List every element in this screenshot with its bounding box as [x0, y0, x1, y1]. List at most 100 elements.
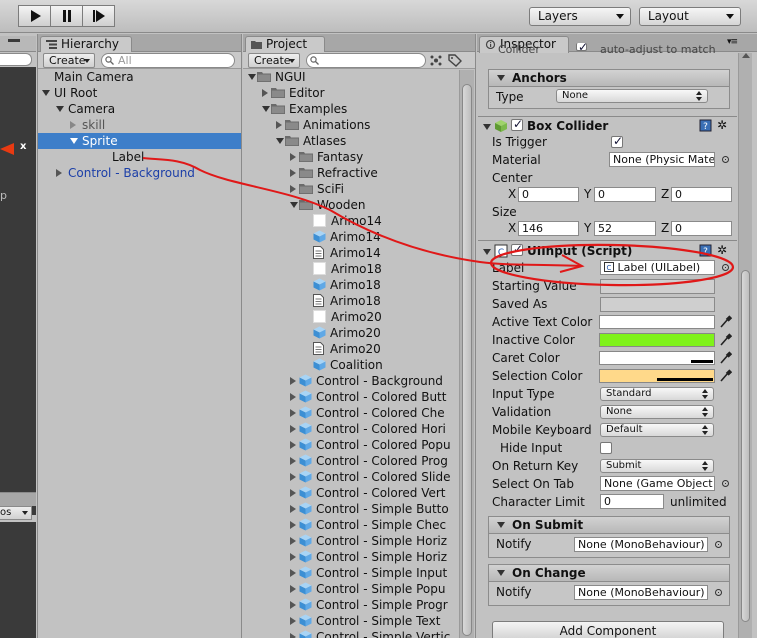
size-z-field[interactable]: 0	[671, 221, 732, 236]
hierarchy-create-button[interactable]: Create	[43, 53, 95, 68]
input-type-dropdown[interactable]: Standard	[600, 387, 714, 401]
project-item[interactable]: Control - Background	[243, 373, 457, 389]
help-book-icon[interactable]: ?	[699, 119, 712, 132]
on-return-key-dropdown[interactable]: Submit	[600, 459, 714, 473]
eyedropper-icon[interactable]	[719, 315, 732, 329]
filter-by-type-icon[interactable]	[429, 54, 443, 67]
chevron-right-icon[interactable]	[290, 185, 296, 193]
project-item[interactable]: Arimo14	[243, 245, 457, 261]
inspector-scrollbar-thumb[interactable]	[741, 270, 750, 622]
chevron-right-icon[interactable]	[290, 377, 296, 385]
mobile-keyboard-dropdown[interactable]: Default	[600, 423, 714, 437]
project-item[interactable]: Control - Simple Horiz	[243, 533, 457, 549]
chevron-right-icon[interactable]	[290, 457, 296, 465]
project-item[interactable]: Control - Colored Slide	[243, 469, 457, 485]
hierarchy-item[interactable]: Sprite	[38, 133, 241, 149]
project-item[interactable]: Control - Colored Hori	[243, 421, 457, 437]
project-item[interactable]: Control - Simple Vertic	[243, 629, 457, 638]
filter-by-label-icon[interactable]	[448, 54, 462, 67]
project-item[interactable]: Examples	[243, 101, 457, 117]
chevron-down-icon[interactable]	[70, 138, 78, 144]
chevron-down-icon[interactable]	[483, 124, 491, 130]
hierarchy-item[interactable]: UI Root	[38, 85, 241, 101]
center-z-field[interactable]: 0	[671, 187, 732, 202]
chevron-right-icon[interactable]	[290, 409, 296, 417]
chevron-right-icon[interactable]	[290, 169, 296, 177]
project-item[interactable]: Refractive	[243, 165, 457, 181]
inactive-color-swatch[interactable]	[599, 333, 715, 347]
on-change-header[interactable]: On Change	[488, 564, 730, 582]
chevron-right-icon[interactable]	[290, 489, 296, 497]
object-picker-icon[interactable]	[722, 264, 729, 271]
project-item[interactable]: Control - Simple Popu	[243, 581, 457, 597]
center-x-field[interactable]: 0	[518, 187, 579, 202]
project-item[interactable]: Arimo14	[243, 229, 457, 245]
box-collider-enabled-checkbox[interactable]	[511, 117, 523, 131]
object-picker-icon[interactable]	[722, 480, 729, 487]
chevron-right-icon[interactable]	[56, 169, 62, 177]
project-item[interactable]: Control - Simple Input	[243, 565, 457, 581]
chevron-down-icon[interactable]	[276, 138, 284, 144]
chevron-right-icon[interactable]	[290, 617, 296, 625]
project-item[interactable]: Editor	[243, 85, 457, 101]
chevron-right-icon[interactable]	[70, 121, 76, 129]
chevron-right-icon[interactable]	[290, 633, 296, 638]
hierarchy-item[interactable]: Label	[38, 149, 241, 165]
input-label-field[interactable]: C Label (UILabel)	[600, 260, 715, 275]
project-item[interactable]: Control - Colored Vert	[243, 485, 457, 501]
tab-project[interactable]: Project	[245, 36, 325, 53]
center-y-field[interactable]: 0	[594, 187, 656, 202]
is-trigger-checkbox[interactable]	[611, 134, 623, 148]
scroll-up-icon[interactable]	[742, 53, 750, 58]
inspector-scrollbar[interactable]	[738, 53, 752, 638]
project-item[interactable]: Animations	[243, 117, 457, 133]
project-item[interactable]: Arimo20	[243, 309, 457, 325]
chevron-right-icon[interactable]	[290, 585, 296, 593]
hierarchy-item[interactable]: Control - Background	[38, 165, 241, 181]
project-item[interactable]: Control - Simple Butto	[243, 501, 457, 517]
project-item[interactable]: NGUI	[243, 69, 457, 85]
project-item[interactable]: Control - Colored Prog	[243, 453, 457, 469]
project-item[interactable]: Control - Colored Popu	[243, 437, 457, 453]
object-picker-icon[interactable]	[715, 589, 722, 596]
eyedropper-icon[interactable]	[719, 333, 732, 347]
collider-checkbox[interactable]	[576, 40, 588, 54]
project-item[interactable]: SciFi	[243, 181, 457, 197]
scene-viewport[interactable]: x p	[0, 67, 36, 515]
project-item[interactable]: Arimo20	[243, 341, 457, 357]
project-scrollbar-thumb[interactable]	[462, 84, 472, 636]
chevron-right-icon[interactable]	[290, 153, 296, 161]
hide-input-checkbox[interactable]	[600, 442, 612, 454]
project-item[interactable]: Control - Simple Chec	[243, 517, 457, 533]
validation-dropdown[interactable]: None	[600, 405, 714, 419]
eyedropper-icon[interactable]	[719, 369, 732, 383]
play-button[interactable]	[18, 5, 51, 27]
project-item[interactable]: Wooden	[243, 197, 457, 213]
project-scrollbar[interactable]	[459, 70, 474, 638]
object-picker-icon[interactable]	[722, 156, 729, 163]
chevron-down-icon[interactable]	[56, 106, 64, 112]
project-item[interactable]: Control - Colored Che	[243, 405, 457, 421]
chevron-down-icon[interactable]	[42, 90, 50, 96]
anchors-type-dropdown[interactable]: None	[556, 89, 708, 103]
on-submit-notify-field[interactable]: None (MonoBehaviour)	[574, 537, 708, 552]
project-item[interactable]: Control - Colored Butt	[243, 389, 457, 405]
gizmos-dropdown[interactable]: os	[0, 506, 32, 520]
select-on-tab-field[interactable]: None (Game Object	[600, 476, 715, 491]
project-item[interactable]: Arimo18	[243, 261, 457, 277]
project-item[interactable]: Arimo18	[243, 277, 457, 293]
chevron-right-icon[interactable]	[290, 537, 296, 545]
project-create-button[interactable]: Create	[248, 53, 300, 68]
chevron-down-icon[interactable]	[483, 249, 491, 255]
on-change-notify-field[interactable]: None (MonoBehaviour)	[574, 585, 708, 600]
anchors-header[interactable]: Anchors	[488, 69, 730, 87]
project-item[interactable]: Control - Simple Text	[243, 613, 457, 629]
game-viewport[interactable]	[0, 522, 36, 638]
chevron-right-icon[interactable]	[262, 89, 268, 97]
caret-color-swatch[interactable]	[599, 351, 715, 365]
active-text-color-swatch[interactable]	[599, 315, 715, 329]
chevron-down-icon[interactable]	[290, 202, 298, 208]
object-picker-icon[interactable]	[715, 541, 722, 548]
material-field[interactable]: None (Physic Mate	[609, 152, 715, 167]
project-item[interactable]: Fantasy	[243, 149, 457, 165]
